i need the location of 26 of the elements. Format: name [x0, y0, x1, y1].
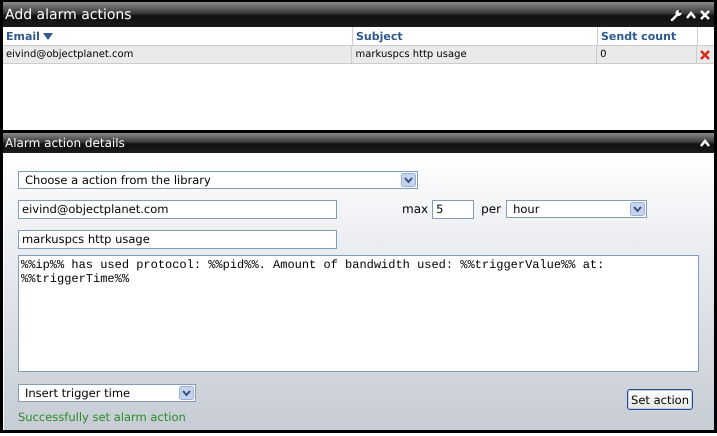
email-field[interactable]: eivind@objectplanet.com	[18, 200, 337, 218]
table-cell: 0	[596, 46, 696, 63]
status-message: Successfully set alarm action	[18, 410, 187, 424]
panel-title: Add alarm actions	[5, 6, 132, 22]
sort-down-icon[interactable]	[42, 32, 53, 40]
close-icon[interactable]	[700, 10, 710, 20]
table-row[interactable]: eivind@objectplanet.com markuspcs http usage 0	[3, 46, 714, 64]
subject-field[interactable]: markuspcs http usage	[18, 230, 337, 248]
period-dropdown[interactable]: hour	[506, 200, 648, 218]
table-cell: markuspcs http usage	[351, 46, 596, 63]
insert-dropdown[interactable]: Insert trigger time	[18, 384, 196, 402]
column-header[interactable]: Sendt count	[597, 27, 697, 45]
collapse-icon[interactable]	[686, 10, 696, 20]
wrench-icon[interactable]	[670, 8, 682, 20]
panel-title: Alarm action details	[5, 136, 125, 150]
collapse-icon[interactable]	[700, 138, 710, 148]
set-action-button[interactable]: Set action	[627, 389, 693, 410]
delete-icon[interactable]	[700, 50, 710, 60]
library-dropdown[interactable]: Choose a action from the library	[18, 171, 418, 189]
column-header[interactable]: Subject	[352, 27, 597, 45]
message-field[interactable]: %%ip%% has used protocol: %%pid%%. Amount of bandwidth used: %%triggerValue%% at: %%triggerTime%%	[18, 255, 699, 372]
table-cell-text: eivind@objectplanet.com	[5, 48, 134, 62]
per-label: per	[481, 202, 502, 216]
max-label: max	[402, 202, 428, 216]
max-field[interactable]: 5	[432, 200, 474, 218]
column-header[interactable]: Email	[3, 27, 352, 45]
